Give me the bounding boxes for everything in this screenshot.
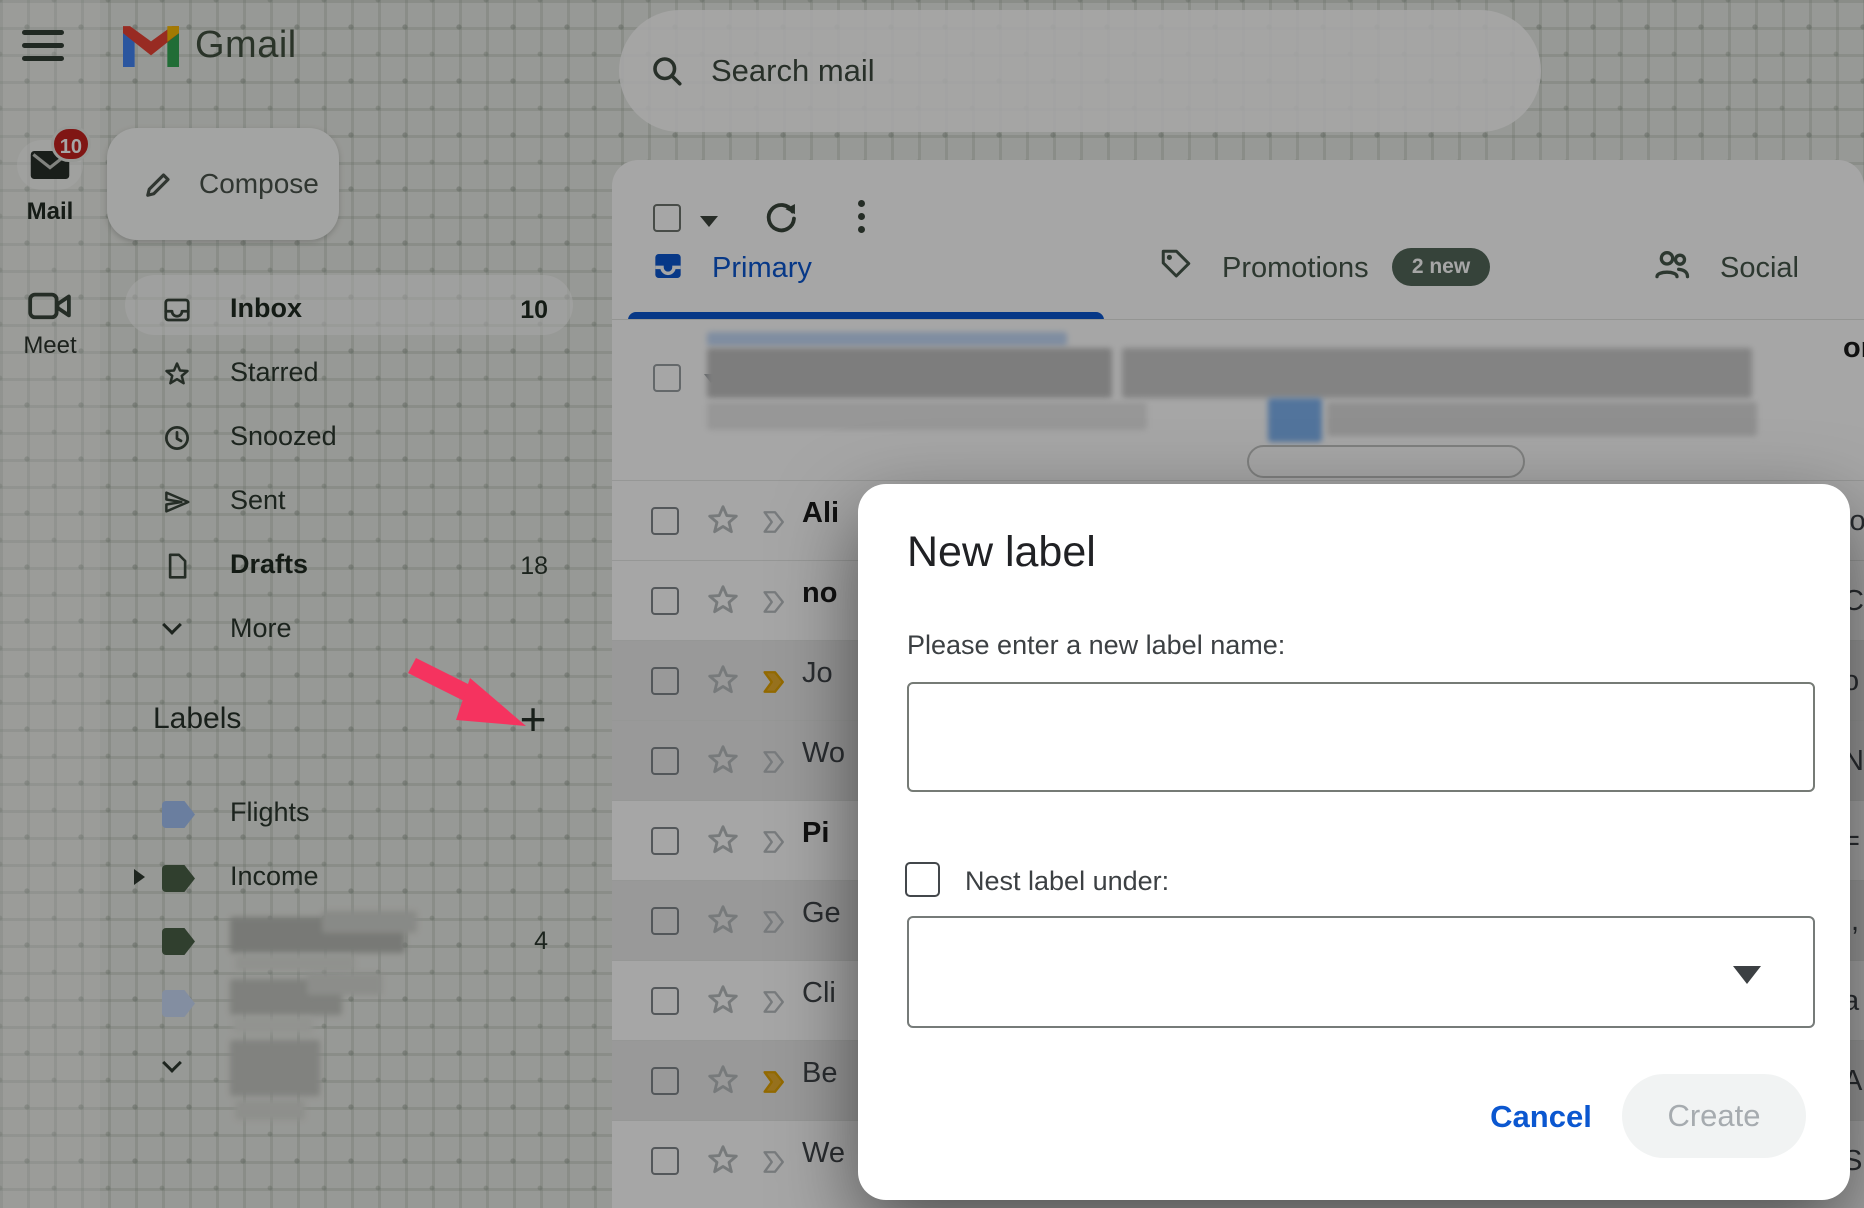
label-name-input[interactable] <box>907 682 1815 792</box>
nest-label-checkbox[interactable] <box>905 862 940 897</box>
label-name-prompt: Please enter a new label name: <box>907 630 1285 661</box>
annotation-arrow-icon <box>408 652 538 738</box>
dialog-title: New label <box>907 528 1096 577</box>
new-label-dialog: New label Please enter a new label name:… <box>858 484 1850 1200</box>
nest-label-text: Nest label under: <box>965 866 1169 897</box>
create-button[interactable]: Create <box>1622 1074 1806 1158</box>
cancel-button[interactable]: Cancel <box>1486 1092 1596 1142</box>
select-dropdown-icon <box>1733 966 1761 984</box>
parent-label-select[interactable] <box>907 916 1815 1028</box>
